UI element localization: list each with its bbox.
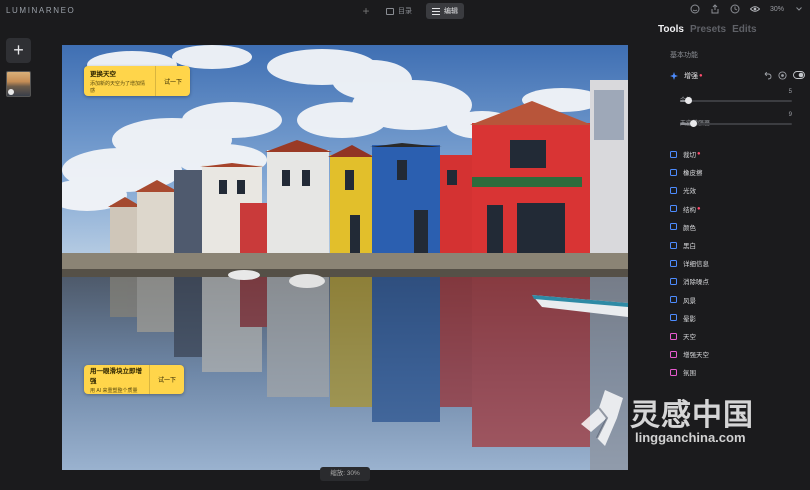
tool-item[interactable]: 风景: [670, 294, 800, 306]
tool-item-label: 消除噪点: [683, 279, 709, 287]
enhance-tools: [763, 71, 805, 80]
tool-item-label: 晕影: [683, 315, 696, 323]
top-right-tools: 30%: [690, 4, 804, 14]
add-photo-button[interactable]: +: [6, 38, 31, 63]
tool-item-label: 橡皮擦: [683, 170, 703, 178]
top-bar: LUMINARNEO + 目录 编辑 30%: [0, 0, 810, 22]
tip-card-sky: 更换天空 添加新的天空为了增加情感 试一下: [84, 66, 190, 96]
sky-enhance-icon: [670, 350, 677, 358]
tip-card-enhance: 用一眼滑块立即增强 用 AI 来重塑整个质量 试一下: [84, 365, 184, 394]
tool-item[interactable]: 光效: [670, 184, 800, 196]
slider-personality[interactable]: 个性 5: [680, 89, 792, 107]
structure-icon: [670, 205, 677, 213]
eraser-icon: [670, 168, 677, 176]
app-logo: LUMINARNEO: [6, 6, 76, 15]
folder-icon: [386, 7, 394, 15]
sliders-icon: [432, 7, 440, 15]
slider-sky-enhancer[interactable]: 天空增强器 9: [680, 112, 792, 130]
chevron-down-icon[interactable]: [794, 4, 804, 14]
tab-edits[interactable]: Edits: [732, 24, 756, 35]
atmosphere-icon: [670, 368, 677, 376]
tab-presets[interactable]: Presets: [690, 24, 726, 35]
modified-dot-icon: ●: [699, 73, 703, 79]
add-icon[interactable]: +: [360, 4, 372, 18]
landscape-icon: [670, 296, 677, 304]
tool-item-label: 天空: [683, 334, 696, 341]
tool-item-label: 光效: [683, 188, 696, 196]
panel-tabs: Tools Presets Edits: [658, 24, 757, 35]
tab-tools[interactable]: Tools: [658, 24, 684, 35]
share-icon[interactable]: [710, 4, 720, 14]
sky-icon: [670, 332, 677, 340]
photo-canvas[interactable]: [62, 45, 628, 470]
tool-item[interactable]: 结构 ●: [670, 203, 800, 215]
modified-dot-icon: ●: [697, 205, 701, 212]
color-icon: [670, 223, 677, 231]
slider-sky-enhancer-knob[interactable]: [689, 120, 697, 127]
history-icon[interactable]: [730, 4, 740, 14]
eye-icon[interactable]: [749, 4, 760, 14]
tool-item[interactable]: 黑白: [670, 239, 800, 251]
tool-item-label: 裁切: [683, 152, 696, 159]
tool-item-label: 增强天空: [683, 352, 709, 360]
tool-enhance-label: 增强: [684, 73, 698, 80]
tool-item-label: 结构: [683, 206, 696, 214]
undo-icon[interactable]: [763, 71, 772, 80]
tool-enhance[interactable]: 增强 ●: [670, 70, 805, 82]
tip-card-sky-title: 更换天空: [90, 71, 116, 78]
tool-item-label: 颜色: [683, 224, 696, 232]
details-icon: [670, 259, 677, 267]
mask-icon[interactable]: [778, 71, 787, 80]
tab-edit-label: 编辑: [444, 8, 458, 15]
watermark-cn: 灵感中国: [630, 398, 754, 433]
tool-item[interactable]: 消除噪点: [670, 275, 800, 287]
slider-sky-enhancer-value: 9: [788, 112, 792, 118]
crop-icon: [670, 150, 677, 158]
light-icon: [670, 186, 677, 194]
watermark-logo-icon: [581, 390, 623, 446]
tab-catalog[interactable]: 目录: [380, 3, 418, 19]
tool-item[interactable]: 晕影: [670, 312, 800, 324]
denoise-icon: [670, 277, 677, 285]
modified-dot-icon: ●: [697, 151, 701, 157]
tool-item[interactable]: 详细信息: [670, 257, 800, 269]
zoom-value[interactable]: 30%: [770, 6, 784, 13]
watermark: 灵感中国 lingganchina.com: [575, 388, 790, 454]
vignette-icon: [670, 314, 677, 322]
tool-item[interactable]: 颜色: [670, 221, 800, 233]
edited-badge-icon: [8, 89, 14, 95]
slider-personality-track[interactable]: [680, 97, 792, 104]
tool-item[interactable]: 裁切 ●: [670, 148, 800, 160]
tool-item[interactable]: 天空: [670, 330, 800, 342]
canvas-zoom-label: 缩放: 30%: [320, 467, 370, 481]
tip-card-sky-desc: 添加新的天空为了增加情感: [90, 81, 146, 94]
mode-tabs: + 目录 编辑: [360, 3, 464, 19]
tip-card-sky-try-button[interactable]: 试一下: [154, 66, 190, 96]
tab-catalog-label: 目录: [398, 8, 412, 15]
tool-item[interactable]: 氛围: [670, 366, 800, 378]
tool-item-label: 黑白: [683, 243, 696, 250]
tool-item-label: 风景: [683, 297, 696, 305]
slider-sky-enhancer-fill: [680, 123, 691, 125]
sparkle-icon: [670, 72, 678, 80]
tip-card-enhance-title: 用一眼滑块立即增强: [90, 368, 142, 385]
slider-sky-enhancer-track[interactable]: [680, 120, 792, 127]
tab-edit[interactable]: 编辑: [426, 3, 464, 19]
slider-personality-value: 5: [788, 89, 792, 95]
bw-icon: [670, 241, 677, 249]
section-title-essentials: 基本功能: [670, 52, 698, 59]
tip-card-enhance-desc: 用 AI 来重塑整个质量: [90, 388, 138, 394]
canal-houses-photo: [62, 45, 628, 470]
toggle-icon[interactable]: [793, 71, 805, 79]
tool-item-label: 详细信息: [683, 261, 709, 269]
tool-item[interactable]: 橡皮擦: [670, 166, 800, 178]
smiley-icon[interactable]: [690, 4, 700, 14]
tip-card-enhance-try-button[interactable]: 试一下: [148, 365, 184, 394]
tool-item[interactable]: 增强天空: [670, 348, 800, 360]
watermark-en: lingganchina.com: [635, 430, 746, 445]
tool-item-label: 氛围: [683, 370, 696, 378]
photo-thumbnail[interactable]: [6, 71, 31, 97]
